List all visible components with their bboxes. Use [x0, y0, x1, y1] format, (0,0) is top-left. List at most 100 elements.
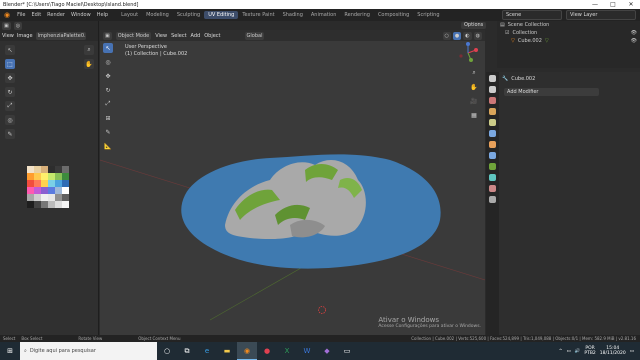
taskbar-search[interactable]: ⌕ Digite aqui para pesquisar [20, 342, 157, 360]
blender-taskbar-icon[interactable]: ◉ [237, 342, 257, 360]
measure-tool[interactable]: 📐 [103, 141, 113, 151]
scene-selector[interactable]: Scene [502, 10, 562, 20]
solid-shading-icon[interactable]: ● [452, 31, 462, 40]
outliner-scene-collection[interactable]: ▤ Scene Collection [497, 21, 640, 29]
workspace-tab-sculpting[interactable]: Sculpting [173, 11, 204, 19]
3d-viewport[interactable]: User Perspective (1) Collection | Cube.0… [100, 30, 485, 341]
transform-tool[interactable]: ⊞ [103, 113, 113, 123]
viewport-menu-add[interactable]: Add [191, 33, 201, 39]
cursor-tool[interactable]: ◎ [5, 115, 15, 125]
close-button[interactable]: ✕ [622, 1, 640, 8]
properties-tab-icon[interactable] [489, 75, 496, 82]
properties-tab-icon[interactable] [489, 152, 496, 159]
edge-icon[interactable]: e [197, 342, 217, 360]
eye-icon[interactable]: 👁 [631, 30, 640, 36]
material-shading-icon[interactable]: ◐ [463, 31, 472, 40]
workspace-tab-animation[interactable]: Animation [307, 11, 341, 19]
clock[interactable]: 15:04 18/11/2020 [600, 346, 626, 356]
cursor-tool[interactable]: ◎ [103, 57, 113, 67]
menu-item-render[interactable]: Render [47, 12, 65, 18]
view-menu[interactable]: View [2, 33, 14, 39]
rendered-shading-icon[interactable]: ◍ [473, 31, 482, 40]
viewport-menu-view[interactable]: View [155, 33, 167, 39]
workspace-tab-uv-editing[interactable]: UV Editing [204, 11, 239, 19]
workspace-tab-modeling[interactable]: Modeling [142, 11, 173, 19]
add-modifier-button[interactable]: Add Modifier [504, 88, 599, 96]
eye-icon[interactable]: 👁 [631, 38, 640, 44]
viewport-menu-select[interactable]: Select [171, 33, 186, 39]
workspace-tab-scripting[interactable]: Scripting [413, 11, 443, 19]
select-tool[interactable]: ↖ [5, 45, 15, 55]
annotate-tool[interactable]: ✎ [103, 127, 113, 137]
menu-item-edit[interactable]: Edit [31, 12, 41, 18]
properties-tab-icon[interactable] [489, 97, 496, 104]
task-view-icon[interactable]: ⧉ [177, 342, 197, 360]
orientation-selector[interactable]: Global [244, 31, 265, 40]
wireframe-shading-icon[interactable]: ○ [442, 31, 451, 40]
visual-studio-icon[interactable]: ◆ [317, 342, 337, 360]
options-dropdown[interactable]: Options [461, 22, 487, 29]
box-select-tool[interactable]: ⬚ [5, 59, 15, 69]
properties-tab-icon[interactable] [489, 174, 496, 181]
rotate-tool[interactable]: ↻ [103, 85, 113, 95]
image-mode-button[interactable]: ◎ [13, 22, 23, 30]
outliner-object[interactable]: ▽ Cube.002 ▽ 👁 [497, 37, 640, 45]
workspace-tab-layout[interactable]: Layout [117, 11, 142, 19]
editor-type-button[interactable]: ▣ [2, 22, 11, 30]
minimize-button[interactable]: — [586, 1, 604, 8]
pan-hand-icon[interactable]: ✋ [469, 82, 479, 92]
image-menu[interactable]: Image [17, 33, 33, 39]
cortana-icon[interactable]: ○ [157, 342, 177, 360]
properties-tab-icon[interactable] [489, 163, 496, 170]
editor-type-button[interactable]: ▣ [103, 31, 112, 40]
properties-tab-icon[interactable] [489, 196, 496, 203]
image-name-field[interactable]: ImphenziaPalette0... [35, 32, 86, 40]
perspective-grid-icon[interactable]: ▦ [469, 110, 479, 120]
rotate-tool[interactable]: ↻ [5, 87, 15, 97]
properties-tab-icon[interactable] [489, 119, 496, 126]
notification-icon[interactable]: ▭ [630, 349, 634, 354]
workspace-tab-rendering[interactable]: Rendering [340, 11, 374, 19]
app-icon[interactable]: ● [257, 342, 277, 360]
properties-tab-icon[interactable] [489, 108, 496, 115]
scale-tool[interactable]: ⤢ [5, 101, 15, 111]
properties-tab-icon[interactable] [489, 130, 496, 137]
palette-swatch [27, 173, 34, 180]
input-language[interactable]: POR PTB2 [584, 346, 595, 356]
menu-item-file[interactable]: File [17, 12, 25, 18]
properties-tab-icon[interactable] [489, 141, 496, 148]
select-tool[interactable]: ↖ [103, 43, 113, 53]
view-layer-selector[interactable]: View Layer [566, 10, 636, 20]
camera-icon[interactable]: 🎥 [469, 96, 479, 106]
network-icon[interactable]: ▭ [567, 349, 571, 354]
workspace-tab-shading[interactable]: Shading [279, 11, 307, 19]
move-tool[interactable]: ✥ [5, 73, 15, 83]
checkbox-icon[interactable]: ☑ [505, 30, 509, 36]
menu-item-window[interactable]: Window [71, 12, 91, 18]
pan-hand-icon[interactable]: ✋ [84, 59, 94, 69]
properties-tab-icon[interactable] [489, 185, 496, 192]
move-tool[interactable]: ✥ [103, 71, 113, 81]
app2-icon[interactable]: ▭ [337, 342, 357, 360]
volume-icon[interactable]: 🔊 [575, 349, 581, 354]
file-explorer-icon[interactable]: ▬ [217, 342, 237, 360]
annotate-tool[interactable]: ✎ [5, 129, 15, 139]
maximize-button[interactable]: □ [604, 1, 622, 8]
workspace-tab-texture-paint[interactable]: Texture Paint [238, 11, 278, 19]
word-icon[interactable]: W [297, 342, 317, 360]
properties-tab-icon[interactable] [489, 86, 496, 93]
excel-icon[interactable]: X [277, 342, 297, 360]
zoom-icon[interactable]: ⌕ [469, 68, 479, 78]
windows-start-icon[interactable]: ⊞ [0, 342, 20, 360]
blender-logo-icon[interactable]: ◉ [4, 11, 10, 19]
viewport-menu-object[interactable]: Object [204, 33, 220, 39]
menu-item-help[interactable]: Help [97, 12, 108, 18]
navigation-gizmo[interactable] [457, 42, 479, 66]
workspace-tab-compositing[interactable]: Compositing [374, 11, 413, 19]
tray-arrow-icon[interactable]: ^ [559, 349, 563, 354]
palette-swatch [55, 180, 62, 187]
outliner-collection[interactable]: ☑ Collection 👁 [497, 29, 640, 37]
mode-selector[interactable]: Object Mode [115, 31, 152, 40]
scale-tool[interactable]: ⤢ [103, 99, 113, 109]
zoom-icon[interactable]: ⌕ [84, 45, 94, 55]
